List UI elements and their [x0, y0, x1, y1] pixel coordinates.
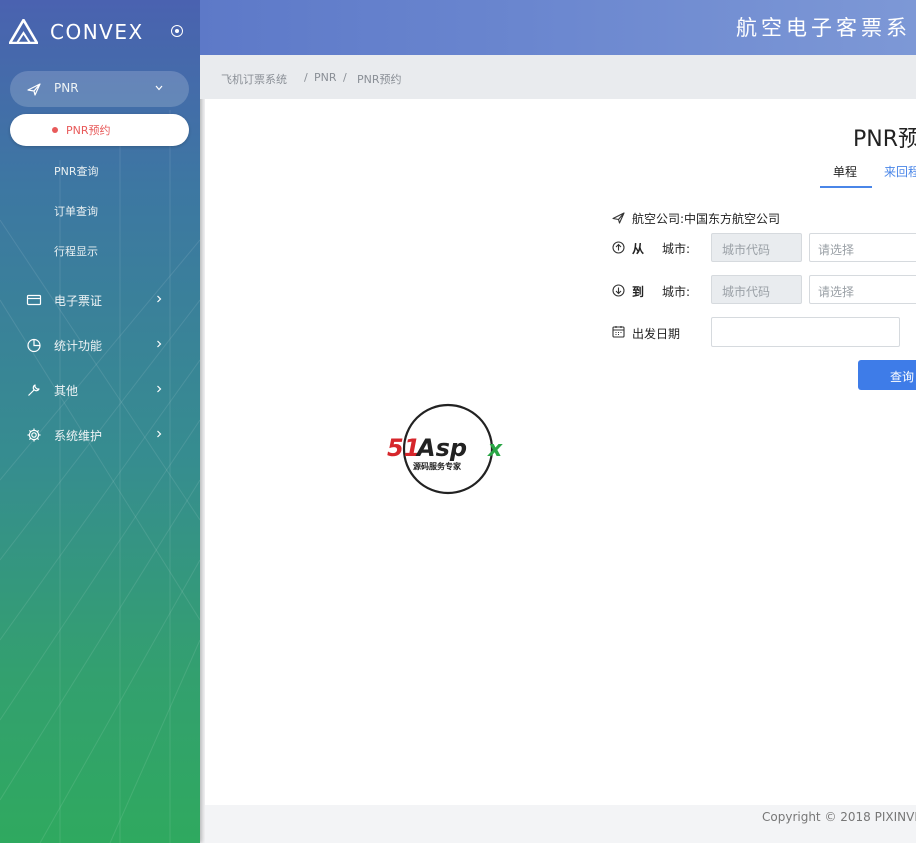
page-title: PNR预 [853, 127, 916, 152]
tab-single-trip[interactable]: 单程 [833, 163, 857, 180]
arrow-down-circle-icon [612, 284, 625, 297]
sidebar-item-label: 电子票证 [54, 294, 103, 308]
airline-label: 航空公司:中国东方航空公司 [632, 212, 781, 226]
watermark-slogan: 源码服务专家 [413, 461, 462, 471]
sidebar-item-system[interactable]: 系统维护 [0, 420, 200, 450]
query-button[interactable]: 查询 [858, 360, 916, 390]
chevron-right-icon [157, 295, 162, 303]
sidebar-item-statistics[interactable]: 统计功能 [0, 330, 200, 360]
from-city-code-input[interactable]: 城市代码 [711, 233, 802, 262]
from-city-select[interactable]: 请选择 [809, 233, 916, 262]
header-title: 航空电子客票系 [736, 16, 911, 40]
sidebar-subitem-itinerary[interactable]: 行程显示 [54, 243, 98, 259]
tab-round-trip[interactable]: 来回程 [884, 163, 916, 180]
breadcrumb-item-pnr[interactable]: PNR [314, 71, 337, 84]
from-city-label: 城市: [662, 242, 691, 256]
sidebar-item-label: PNR [54, 81, 79, 95]
footer: Copyright © 2018 PIXINVENT [205, 805, 916, 843]
sidebar-item-label: 统计功能 [54, 339, 103, 353]
to-city-select[interactable]: 请选择 [809, 275, 916, 304]
pie-chart-icon [27, 338, 41, 353]
copyright-text: Copyright © 2018 PIXINVENT [762, 810, 916, 824]
card-icon [26, 294, 42, 306]
to-city-code-placeholder: 城市代码 [722, 285, 771, 299]
breadcrumb: 飞机订票系统 / PNR / PNR预约 [200, 55, 916, 99]
to-label: 到 [632, 285, 645, 299]
to-city-code-input[interactable]: 城市代码 [711, 275, 802, 304]
brand: CONVEX [0, 0, 200, 60]
watermark-brand-asp: Asp [415, 434, 467, 462]
arrow-up-circle-icon [612, 241, 625, 254]
breadcrumb-separator: / [343, 71, 347, 84]
active-dot-icon [52, 127, 58, 133]
to-city-label: 城市: [662, 285, 691, 299]
sidebar-item-pnr[interactable]: PNR [0, 74, 200, 104]
main-content: PNR预 单程 来回程 航空公司:中国东方航空公司 从 城市: 城市代码 请选择… [205, 99, 916, 805]
breadcrumb-item-home[interactable]: 飞机订票系统 [221, 71, 287, 87]
from-city-code-placeholder: 城市代码 [722, 243, 771, 257]
calendar-icon [612, 326, 625, 338]
sidebar-subitem-pnr-booking[interactable]: PNR预约 [10, 114, 189, 146]
breadcrumb-separator: / [304, 71, 308, 84]
active-tab-indicator [820, 186, 872, 188]
to-city-select-placeholder: 请选择 [818, 285, 855, 299]
breadcrumb-item-current: PNR预约 [357, 73, 402, 86]
chevron-right-icon [157, 430, 162, 438]
sidebar-item-other[interactable]: 其他 [0, 375, 200, 405]
sidebar-subitem-label: PNR预约 [66, 124, 111, 137]
departure-date-label: 出发日期 [632, 327, 681, 341]
plane-icon [612, 212, 625, 224]
query-button-label: 查询 [890, 370, 915, 384]
sidebar: CONVEX PNR PNR预约 PNR查询 订单查询 行程显示 电子票证 统计… [0, 0, 200, 843]
chevron-right-icon [157, 340, 162, 348]
gear-icon [27, 428, 41, 442]
sidebar-item-label: 其他 [54, 384, 79, 398]
brand-name: CONVEX [50, 20, 144, 44]
watermark-brand-51: 51 [387, 434, 420, 462]
departure-date-input[interactable] [711, 317, 900, 347]
chevron-down-icon [155, 85, 163, 91]
from-city-select-placeholder: 请选择 [818, 243, 855, 257]
plane-icon [27, 83, 41, 96]
sidebar-toggle-icon[interactable] [171, 25, 183, 37]
watermark-logo: 51 Asp x 源码服务专家 [387, 403, 503, 495]
chevron-right-icon [157, 385, 162, 393]
sidebar-subitem-pnr-query[interactable]: PNR查询 [54, 163, 99, 179]
watermark-brand-x: x [487, 437, 503, 462]
wrench-icon [28, 384, 40, 396]
sidebar-subitem-order-query[interactable]: 订单查询 [54, 203, 98, 219]
from-label: 从 [632, 242, 645, 256]
top-header: 航空电子客票系 [200, 0, 916, 55]
brand-logo-icon [9, 19, 38, 44]
sidebar-item-label: 系统维护 [54, 429, 103, 443]
sidebar-item-eticket[interactable]: 电子票证 [0, 285, 200, 315]
